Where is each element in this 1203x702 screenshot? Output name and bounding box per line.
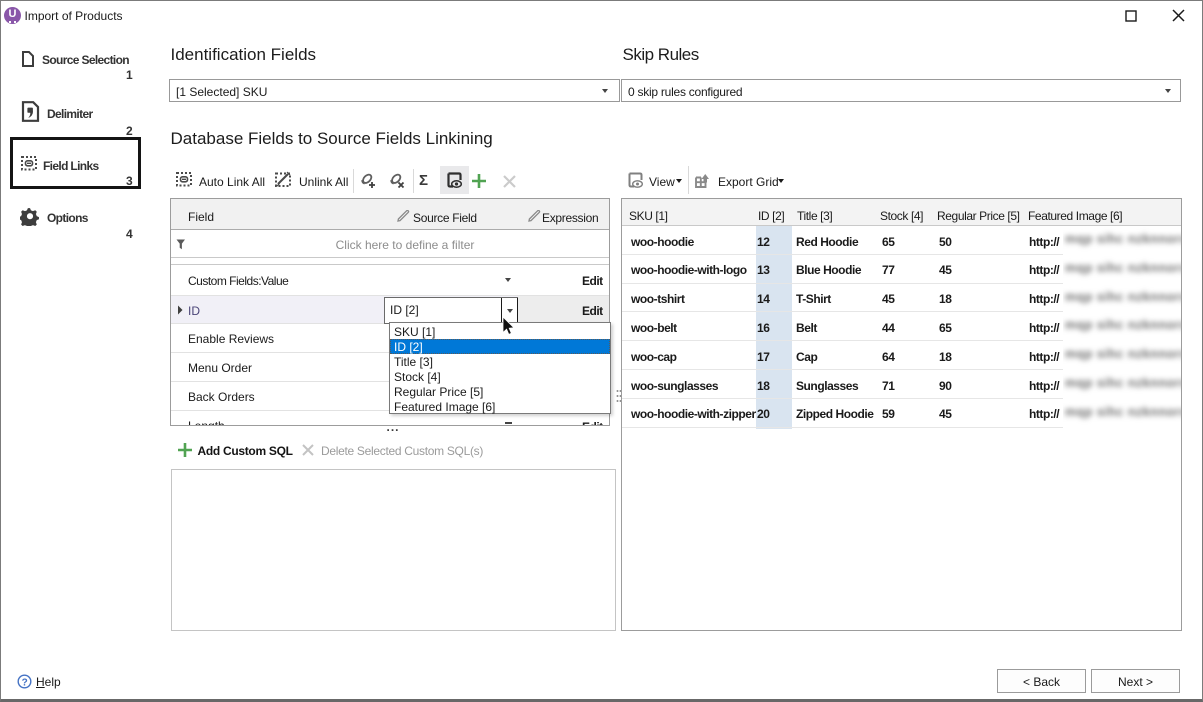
svg-text:?: ?	[22, 677, 28, 688]
